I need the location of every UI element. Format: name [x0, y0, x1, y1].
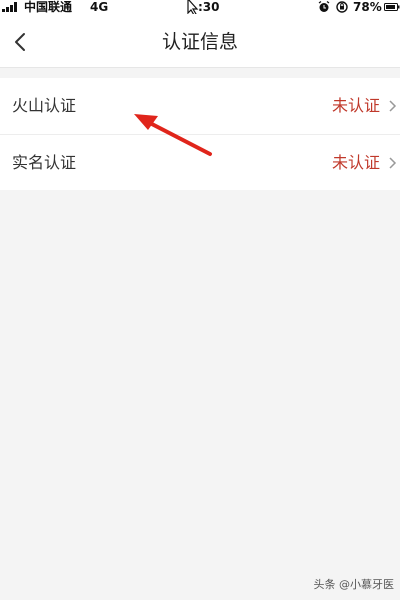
- navigation-bar: 认证信息: [0, 14, 400, 68]
- battery-icon: [384, 3, 400, 11]
- network-type: 4G: [90, 0, 109, 14]
- rotation-lock-icon: [336, 1, 348, 13]
- alarm-icon: [318, 1, 330, 12]
- status-badge: 未认证: [331, 96, 380, 115]
- clock: :30: [198, 0, 220, 14]
- carrier-label: 中国联通: [24, 0, 73, 14]
- screen: 中国联通 4G :30 78% 认证信息 火山认证 未认证 实名认证 未认证 头…: [0, 0, 400, 600]
- annotation-arrow-icon: [134, 114, 212, 156]
- back-icon[interactable]: [8, 28, 34, 56]
- chevron-right-icon: [389, 100, 397, 112]
- item-label: 实名认证: [12, 153, 77, 172]
- page-title: 认证信息: [161, 31, 238, 53]
- status-bar: 中国联通 4G :30 78%: [0, 0, 400, 16]
- battery-percent: 78%: [353, 0, 382, 14]
- watermark: 头条 @小慕牙医: [313, 578, 395, 591]
- chevron-right-icon: [389, 157, 397, 169]
- item-label: 火山认证: [12, 96, 77, 115]
- status-badge: 未认证: [331, 153, 380, 172]
- signal-icon: [2, 2, 18, 12]
